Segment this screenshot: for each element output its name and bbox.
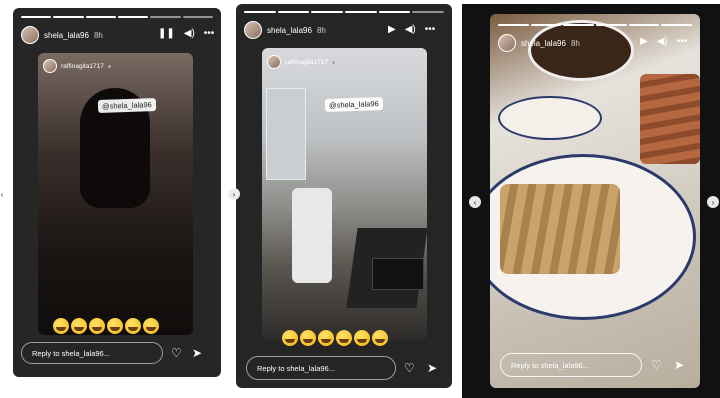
emoji-sticker (282, 330, 388, 346)
laughing-emoji-icon (372, 330, 388, 346)
laughing-emoji-icon (107, 318, 123, 334)
reply-input[interactable]: Reply to shela_lala96... (21, 342, 163, 364)
reply-input[interactable]: Reply to shela_lala96... (500, 353, 642, 377)
story-panel-3: shela_lala96 8h ▶ ◀) ••• Reply to shela_… (462, 4, 720, 398)
laughing-emoji-icon (336, 330, 352, 346)
gaming-chair-photo (292, 188, 332, 283)
avatar[interactable] (21, 26, 39, 44)
avatar[interactable] (244, 21, 262, 39)
timestamp: 8h (93, 30, 103, 40)
more-icon[interactable]: ••• (204, 28, 215, 39)
send-icon[interactable]: ➤ (674, 358, 684, 372)
username[interactable]: shela_lala96 (44, 31, 89, 40)
satay-skewers-photo (500, 184, 620, 274)
mention-tag[interactable]: @shela_lala96 (324, 96, 383, 113)
story-panel-1: shela_lala96 8h ❚❚ ◀) ••• raffinagita171… (13, 8, 221, 377)
play-icon[interactable]: ▶ (388, 24, 396, 35)
story-progress-bar (244, 11, 445, 13)
next-arrow-icon[interactable]: › (228, 188, 240, 200)
laughing-emoji-icon (125, 318, 141, 334)
previous-arrow-icon[interactable]: ‹ (469, 196, 481, 208)
pause-icon[interactable]: ❚❚ (158, 28, 175, 39)
laughing-emoji-icon (53, 318, 69, 334)
story-controls: ▶ ◀) ••• (388, 24, 435, 35)
dot-icon (107, 64, 111, 68)
laughing-emoji-icon (71, 318, 87, 334)
play-icon[interactable]: ▶ (640, 36, 648, 47)
sound-icon[interactable]: ◀) (657, 36, 668, 47)
laughing-emoji-icon (318, 330, 334, 346)
story-header: shela_lala96 8h (498, 34, 580, 52)
reshared-username: raffinagita1717 (61, 62, 104, 70)
satay-side-photo (640, 74, 700, 164)
dot-icon (331, 60, 335, 64)
avatar (267, 55, 281, 69)
heart-icon[interactable]: ♡ (651, 358, 662, 372)
laughing-emoji-icon (282, 330, 298, 346)
username[interactable]: shela_lala96 (267, 26, 312, 35)
story-controls: ❚❚ ◀) ••• (158, 28, 214, 39)
next-arrow-icon[interactable]: › (707, 196, 719, 208)
mention-tag[interactable]: @shela_lala96 (97, 97, 156, 114)
send-icon[interactable]: ➤ (427, 361, 437, 375)
avatar (43, 59, 57, 73)
keyboard-photo (372, 258, 424, 290)
timestamp: 8h (316, 25, 326, 35)
laughing-emoji-icon (89, 318, 105, 334)
story-panel-2: shela_lala96 8h ▶ ◀) ••• raffinagita1717… (236, 4, 452, 388)
story-progress-bar (21, 16, 213, 18)
reshared-header: raffinagita1717 (43, 59, 111, 73)
reshared-header: raffinagita1717 (267, 55, 335, 69)
avatar[interactable] (498, 34, 516, 52)
story-progress-bar (498, 24, 693, 26)
food-photo[interactable] (490, 14, 700, 388)
heart-icon[interactable]: ♡ (404, 361, 415, 375)
sound-icon[interactable]: ◀) (405, 24, 416, 35)
emoji-sticker (53, 318, 159, 334)
previous-arrow-icon[interactable]: ‹ (0, 188, 8, 200)
send-icon[interactable]: ➤ (192, 346, 202, 360)
reshared-story[interactable]: raffinagita1717 (262, 48, 427, 340)
door-photo (266, 88, 306, 180)
plate-photo (498, 96, 602, 140)
more-icon[interactable]: ••• (677, 36, 688, 47)
sound-icon[interactable]: ◀) (184, 28, 195, 39)
reply-input[interactable]: Reply to shela_lala96... (246, 356, 396, 380)
timestamp: 8h (570, 38, 580, 48)
reshared-story[interactable]: raffinagita1717 (38, 53, 193, 335)
story-header: shela_lala96 8h (21, 26, 103, 44)
laughing-emoji-icon (300, 330, 316, 346)
laughing-emoji-icon (143, 318, 159, 334)
username[interactable]: shela_lala96 (521, 39, 566, 48)
more-icon[interactable]: ••• (425, 24, 436, 35)
story-controls: ▶ ◀) ••• (640, 36, 687, 47)
reshared-username: raffinagita1717 (285, 58, 328, 66)
laughing-emoji-icon (354, 330, 370, 346)
heart-icon[interactable]: ♡ (171, 346, 182, 360)
story-header: shela_lala96 8h (244, 21, 326, 39)
